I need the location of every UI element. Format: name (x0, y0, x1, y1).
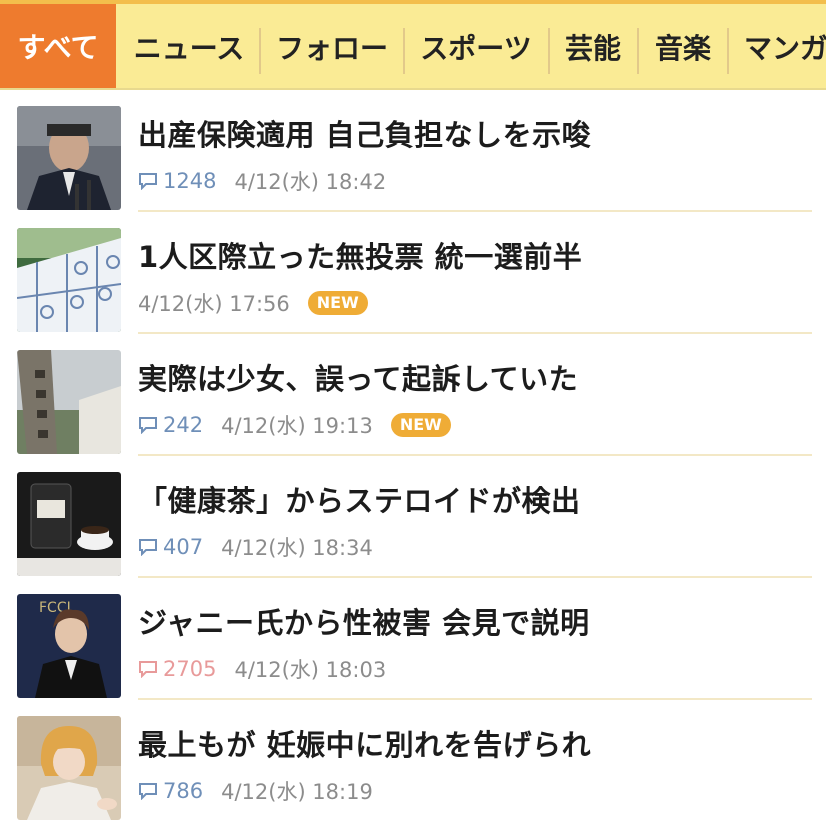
article-meta: 4/12(水) 17:56 NEW (138, 288, 368, 318)
article-title: ジャニー氏から性被害 会見で説明 (138, 606, 590, 640)
article-item[interactable]: 出産保険適用 自己負担なしを示唆 1248 4/12(水) 18:42 (0, 90, 826, 212)
article-item[interactable]: 1人区際立った無投票 統一選前半 4/12(水) 17:56 NEW (0, 212, 826, 334)
comment-icon (139, 661, 157, 678)
article-thumbnail (17, 106, 121, 210)
article-date: 4/12(水) 19:13 (221, 414, 373, 438)
article-meta: 407 4/12(水) 18:34 (138, 532, 373, 562)
article-thumbnail (17, 350, 121, 454)
comment-count: 407 (138, 535, 203, 559)
new-badge: NEW (307, 291, 368, 315)
tab-entertainment[interactable]: 芸能 (550, 4, 636, 88)
tab-sports[interactable]: スポーツ (406, 4, 546, 88)
article-title: 出産保険適用 自己負担なしを示唆 (138, 118, 592, 152)
tab-follow[interactable]: フォロー (262, 4, 402, 88)
article-item[interactable]: FCCJ ジャニー氏から性被害 会見で説明 2705 4/12(水) 18:03 (0, 578, 826, 700)
comment-count: 2705 (138, 657, 216, 681)
comment-count-value: 242 (163, 413, 204, 437)
comment-count: 242 (138, 413, 203, 437)
article-date: 4/12(水) 18:19 (221, 780, 373, 804)
new-badge: NEW (390, 413, 451, 437)
comment-icon (139, 783, 157, 800)
tab-music[interactable]: 音楽 (640, 4, 726, 88)
article-meta: 242 4/12(水) 19:13 NEW (138, 410, 451, 440)
comment-count-value: 786 (163, 779, 204, 803)
comment-count-value: 407 (163, 535, 204, 559)
article-meta: 2705 4/12(水) 18:03 (138, 654, 386, 684)
comment-count: 1248 (138, 169, 216, 193)
comment-count-value: 1248 (163, 169, 217, 193)
article-item[interactable]: 「健康茶」からステロイドが検出 407 4/12(水) 18:34 (0, 456, 826, 578)
article-item[interactable]: 最上もが 妊娠中に別れを告げられ 786 4/12(水) 18:19 (0, 700, 826, 822)
article-date: 4/12(水) 18:42 (234, 170, 387, 194)
comment-icon (139, 417, 157, 434)
tab-manga[interactable]: マンガ (730, 4, 826, 88)
article-title: 「健康茶」からステロイドが検出 (138, 484, 581, 518)
article-item[interactable]: 実際は少女、誤って起訴していた 242 4/12(水) 19:13 NEW (0, 334, 826, 456)
article-title: 最上もが 妊娠中に別れを告げられ (138, 728, 592, 762)
tab-separator (727, 28, 729, 74)
article-date: 4/12(水) 18:34 (221, 536, 373, 560)
tab-separator (403, 28, 405, 74)
article-thumbnail (17, 228, 121, 332)
comment-icon (139, 539, 157, 556)
comment-icon (139, 173, 157, 190)
article-thumbnail (17, 716, 121, 820)
category-tab-bar: すべて ニュース フォロー スポーツ 芸能 音楽 マンガ (0, 0, 826, 90)
article-title: 1人区際立った無投票 統一選前半 (138, 240, 583, 274)
article-date: 4/12(水) 17:56 (138, 292, 290, 316)
comment-count-value: 2705 (163, 657, 217, 681)
comment-count: 786 (138, 779, 203, 803)
tab-all[interactable]: すべて (0, 4, 116, 88)
article-title: 実際は少女、誤って起訴していた (138, 362, 579, 396)
tab-separator (259, 28, 261, 74)
app-root: すべて ニュース フォロー スポーツ 芸能 音楽 マンガ 出産保険適用 自己負担… (0, 0, 826, 835)
article-date: 4/12(水) 18:03 (234, 658, 387, 682)
tab-news[interactable]: ニュース (120, 4, 258, 88)
tab-separator (637, 28, 639, 74)
article-meta: 786 4/12(水) 18:19 (138, 776, 373, 806)
article-meta: 1248 4/12(水) 18:42 (138, 166, 386, 196)
article-thumbnail: FCCJ (17, 594, 121, 698)
article-thumbnail (17, 472, 121, 576)
